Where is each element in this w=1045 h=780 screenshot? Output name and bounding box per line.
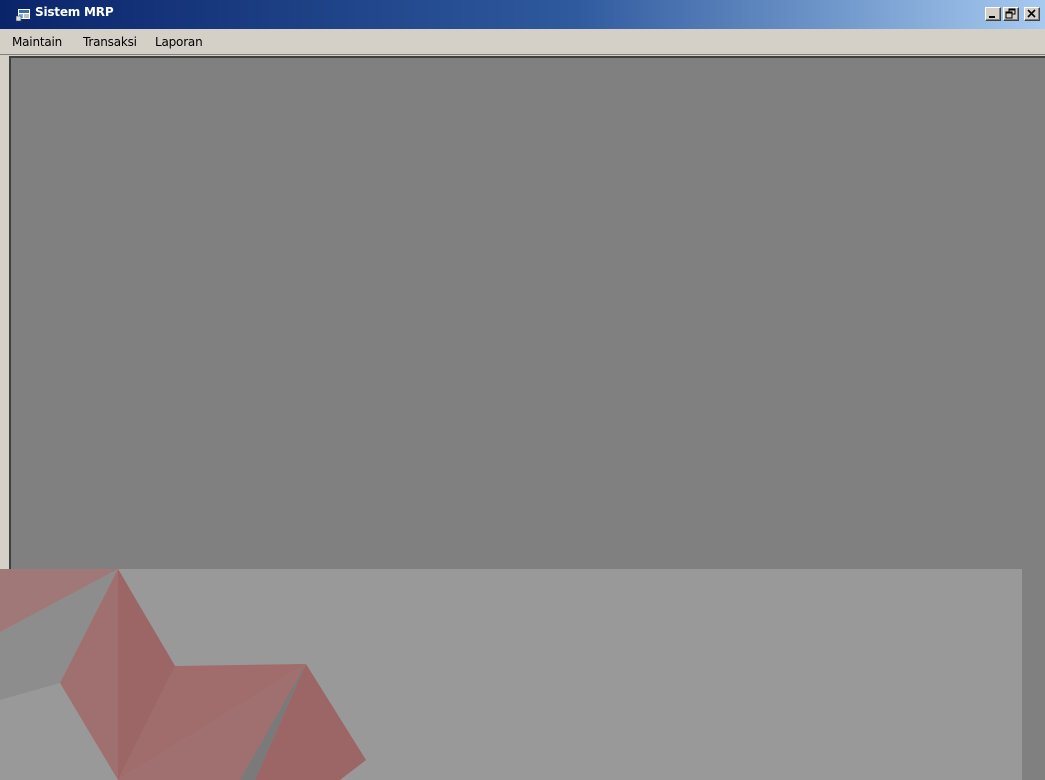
- minimize-icon: [989, 16, 995, 18]
- menu-bar: Maintain Transaksi Laporan: [0, 29, 1045, 55]
- title-bar[interactable]: Sistem MRP: [0, 0, 1045, 29]
- menu-maintain[interactable]: Maintain: [12, 35, 62, 49]
- restore-button[interactable]: [1003, 7, 1019, 21]
- app-icon[interactable]: [15, 6, 32, 22]
- app-window: Sistem MRP Maintain Transaksi Laporan: [0, 0, 1045, 780]
- window-title: Sistem MRP: [35, 5, 114, 19]
- mdi-workspace[interactable]: [9, 56, 1045, 780]
- menu-laporan[interactable]: Laporan: [155, 35, 203, 49]
- close-icon: [1027, 9, 1036, 18]
- window-left-frame: [0, 55, 9, 780]
- minimize-button[interactable]: [985, 7, 1001, 21]
- close-button[interactable]: [1024, 7, 1040, 21]
- menu-transaksi[interactable]: Transaksi: [83, 35, 137, 49]
- restore-icon: [1005, 8, 1016, 19]
